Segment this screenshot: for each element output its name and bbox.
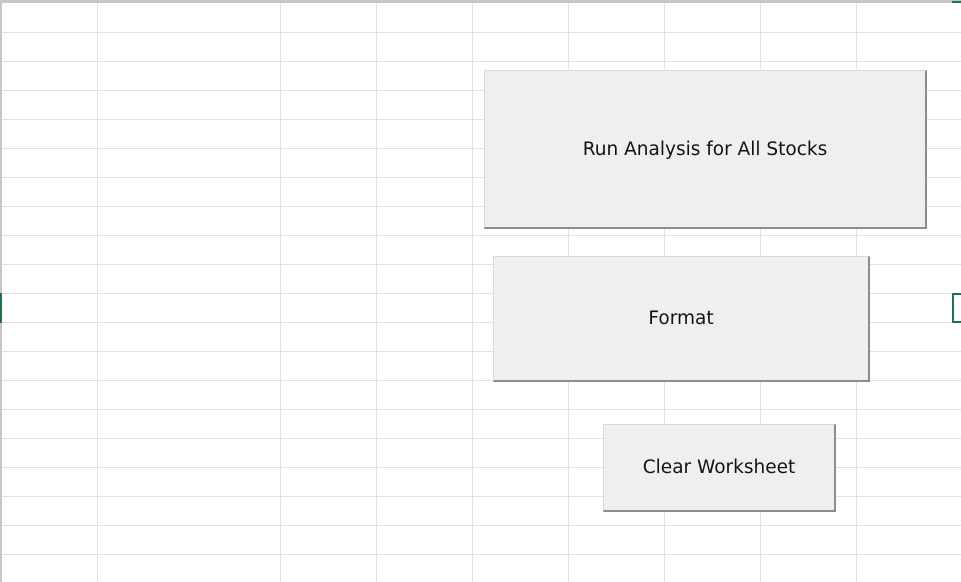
row-gridline bbox=[2, 235, 961, 236]
run-analysis-button[interactable]: Run Analysis for All Stocks bbox=[484, 70, 927, 229]
row-gridline bbox=[2, 525, 961, 526]
row-gridline bbox=[2, 554, 961, 555]
selection-edge-right bbox=[952, 293, 954, 323]
selection-edge-right-top-tick bbox=[952, 293, 961, 295]
clear-worksheet-button[interactable]: Clear Worksheet bbox=[603, 424, 836, 512]
format-button[interactable]: Format bbox=[493, 256, 870, 382]
sheet-top-edge bbox=[0, 0, 961, 3]
clear-worksheet-label: Clear Worksheet bbox=[642, 457, 796, 478]
row-gridline bbox=[2, 409, 961, 410]
row-gridline bbox=[2, 61, 961, 62]
selection-edge-right-bottom-tick bbox=[952, 321, 961, 323]
selection-edge-left bbox=[0, 293, 2, 323]
run-analysis-label: Run Analysis for All Stocks bbox=[582, 138, 828, 160]
selection-edge-top-corner bbox=[952, 1, 961, 3]
format-label: Format bbox=[648, 308, 714, 329]
sheet-left-edge bbox=[0, 0, 2, 582]
worksheet-grid[interactable]: Run Analysis for All Stocks Format Clear… bbox=[0, 0, 961, 582]
row-gridline bbox=[2, 32, 961, 33]
